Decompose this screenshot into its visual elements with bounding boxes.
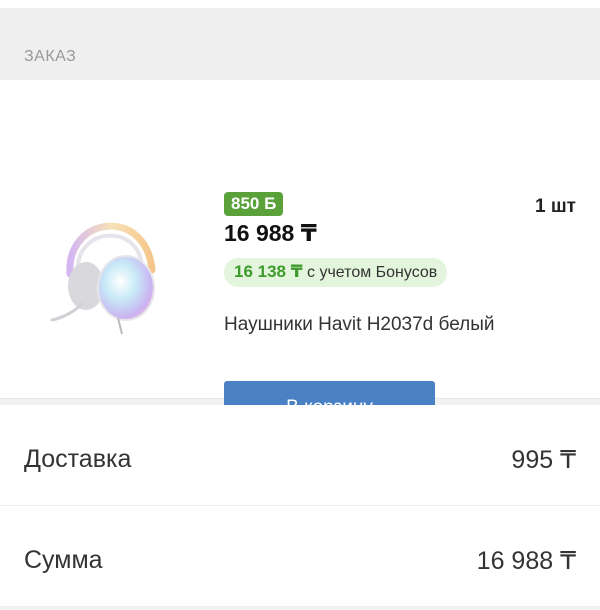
product-quantity: 1 шт [535,196,576,217]
section-title: ЗАКАЗ [24,48,77,65]
product-card: 850 Б 16 988 ₸ 16 138 ₸ с учетом Бонусов… [0,80,600,435]
delivery-value: 995 ₸ [511,446,576,474]
headphones-image[interactable] [48,196,166,336]
product-price: 16 988 ₸ [224,220,317,246]
total-row: Сумма 16 988 ₸ [0,506,600,607]
product-name-link[interactable]: Наушники Havit H2037d белый [224,312,524,338]
total-value: 16 988 ₸ [476,547,576,575]
top-strip [0,0,600,8]
bonus-price-value: 16 138 ₸ [234,262,303,281]
order-section-header: ЗАКАЗ [0,8,600,80]
bonus-price-pill: 16 138 ₸ с учетом Бонусов [224,258,448,287]
delivery-label: Доставка [24,445,132,473]
bonus-price-text: с учетом Бонусов [307,264,438,281]
total-label: Сумма [24,546,103,574]
delivery-row: Доставка 995 ₸ [0,405,600,506]
bonus-badge: 850 Б [224,192,284,216]
